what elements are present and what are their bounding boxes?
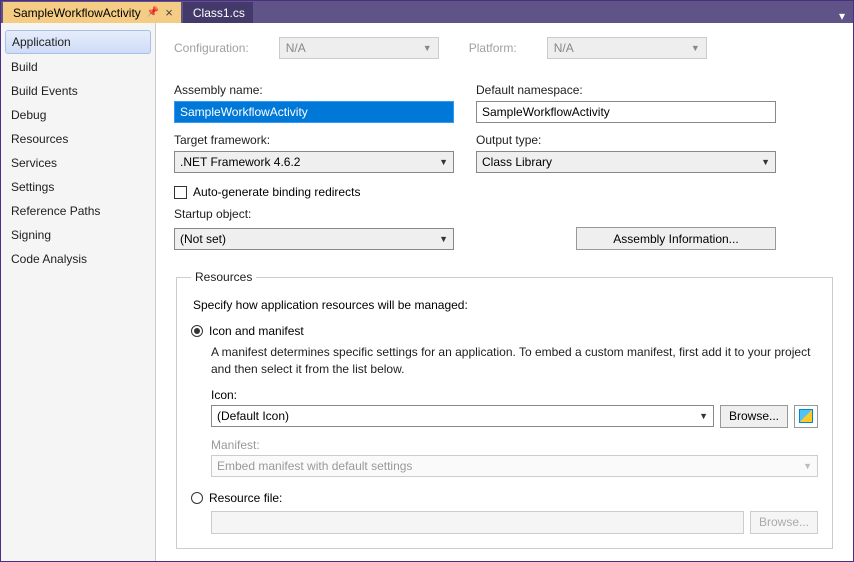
- startup-object-label: Startup object:: [174, 207, 835, 221]
- icon-and-manifest-radio[interactable]: [191, 325, 203, 337]
- icon-preview: [794, 405, 818, 428]
- chevron-down-icon: ▼: [699, 411, 708, 421]
- assembly-name-label: Assembly name:: [174, 83, 454, 97]
- icon-browse-button[interactable]: Browse...: [720, 405, 788, 428]
- sidebar-item-debug[interactable]: Debug: [1, 103, 155, 127]
- property-page-sidebar: Application Build Build Events Debug Res…: [1, 23, 156, 561]
- platform-dropdown: N/A▼: [547, 37, 707, 59]
- target-framework-label: Target framework:: [174, 133, 454, 147]
- sidebar-item-resources[interactable]: Resources: [1, 127, 155, 151]
- configuration-label: Configuration:: [174, 41, 249, 55]
- tab-inactive-label: Class1.cs: [193, 6, 245, 20]
- app-icon: [799, 409, 813, 423]
- assembly-name-input[interactable]: [174, 101, 454, 123]
- autogen-redirects-checkbox[interactable]: [174, 186, 187, 199]
- resources-group: Resources Specify how application resour…: [176, 270, 833, 549]
- main-panel: Configuration: N/A▼ Platform: N/A▼ Assem…: [156, 23, 853, 561]
- resource-file-label: Resource file:: [209, 491, 282, 505]
- chevron-down-icon: ▼: [439, 234, 448, 244]
- startup-object-dropdown[interactable]: (Not set)▼: [174, 228, 454, 250]
- manifest-description: A manifest determines specific settings …: [211, 344, 818, 378]
- sidebar-item-services[interactable]: Services: [1, 151, 155, 175]
- target-framework-dropdown[interactable]: .NET Framework 4.6.2▼: [174, 151, 454, 173]
- manifest-label: Manifest:: [211, 438, 818, 452]
- icon-dropdown[interactable]: (Default Icon)▼: [211, 405, 714, 427]
- autogen-redirects-label: Auto-generate binding redirects: [193, 185, 360, 199]
- chevron-down-icon: ▼: [691, 43, 700, 53]
- sidebar-item-build[interactable]: Build: [1, 55, 155, 79]
- manifest-dropdown: Embed manifest with default settings▼: [211, 455, 818, 477]
- resource-file-browse-button: Browse...: [750, 511, 818, 534]
- sidebar-item-settings[interactable]: Settings: [1, 175, 155, 199]
- document-tabbar: SampleWorkflowActivity 📌 × Class1.cs ▾: [1, 1, 853, 23]
- platform-label: Platform:: [469, 41, 517, 55]
- chevron-down-icon: ▼: [439, 157, 448, 167]
- icon-and-manifest-label: Icon and manifest: [209, 324, 304, 338]
- output-type-label: Output type:: [476, 133, 776, 147]
- sidebar-item-reference-paths[interactable]: Reference Paths: [1, 199, 155, 223]
- resource-file-input: [211, 511, 744, 534]
- default-namespace-input[interactable]: [476, 101, 776, 123]
- chevron-down-icon: ▼: [803, 461, 812, 471]
- icon-label: Icon:: [211, 388, 818, 402]
- tabwell-dropdown-icon[interactable]: ▾: [831, 9, 853, 23]
- sidebar-item-build-events[interactable]: Build Events: [1, 79, 155, 103]
- resources-legend: Resources: [191, 270, 256, 284]
- chevron-down-icon: ▼: [761, 157, 770, 167]
- chevron-down-icon: ▼: [423, 43, 432, 53]
- tab-active-label: SampleWorkflowActivity: [13, 6, 141, 20]
- tab-inactive[interactable]: Class1.cs: [183, 2, 253, 23]
- sidebar-item-application[interactable]: Application: [5, 30, 151, 54]
- configuration-dropdown: N/A▼: [279, 37, 439, 59]
- output-type-dropdown[interactable]: Class Library▼: [476, 151, 776, 173]
- pin-icon[interactable]: 📌: [147, 7, 159, 18]
- tab-active[interactable]: SampleWorkflowActivity 📌 ×: [3, 2, 181, 23]
- sidebar-item-signing[interactable]: Signing: [1, 223, 155, 247]
- sidebar-item-code-analysis[interactable]: Code Analysis: [1, 247, 155, 271]
- resources-note: Specify how application resources will b…: [193, 298, 818, 312]
- default-namespace-label: Default namespace:: [476, 83, 776, 97]
- resource-file-radio[interactable]: [191, 492, 203, 504]
- assembly-information-button[interactable]: Assembly Information...: [576, 227, 776, 250]
- tab-close-icon[interactable]: ×: [165, 6, 173, 19]
